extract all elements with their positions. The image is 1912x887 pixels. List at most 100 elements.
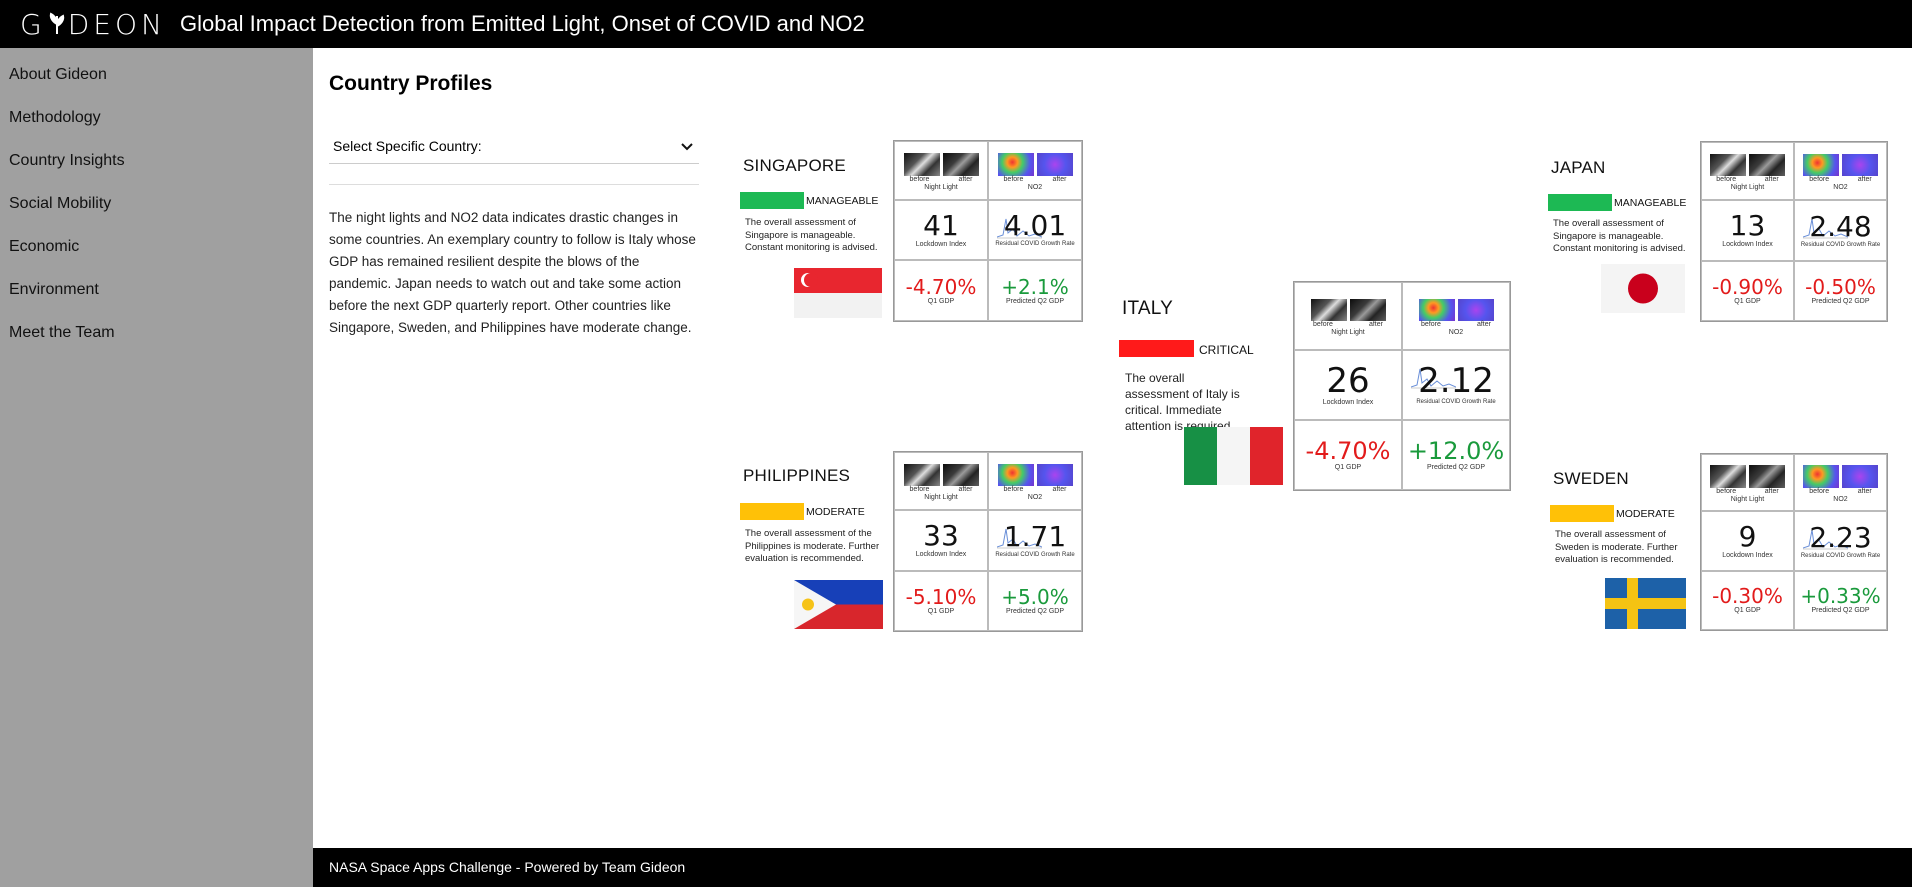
- flag-sweden: [1605, 578, 1686, 629]
- q2-gdp-cell: +0.33% Predicted Q2 GDP: [1794, 570, 1887, 630]
- gideon-logo[interactable]: G DEON: [20, 8, 166, 41]
- lockdown-index-label: Lockdown Index: [915, 240, 967, 248]
- sidebar-item-environment[interactable]: Environment: [0, 268, 313, 311]
- before-label: before: [1003, 175, 1024, 183]
- predicted-q2-gdp-label: Predicted Q2 GDP: [1811, 297, 1870, 305]
- country-name: SINGAPORE: [743, 156, 846, 175]
- sidebar-item-about[interactable]: About Gideon: [0, 53, 313, 96]
- residual-cell: 2.48 Residual COVID Growth Rate: [1794, 200, 1887, 261]
- q1-gdp-value: -0.30%: [1712, 584, 1783, 609]
- divider: [329, 184, 699, 185]
- q1-gdp-label: Q1 GDP: [927, 297, 955, 305]
- residual-cell: 2.23 Residual COVID Growth Rate: [1794, 511, 1887, 571]
- main-content: Country Profiles Select Specific Country…: [313, 48, 1912, 848]
- no2-before-image: [1803, 465, 1839, 488]
- night-light-cell: before after Night Light: [1701, 142, 1794, 201]
- before-label: before: [1003, 486, 1024, 494]
- night-light-thumbs: [903, 463, 979, 487]
- no2-thumbs: [1803, 153, 1878, 177]
- before-label: before: [1809, 176, 1830, 184]
- q2-gdp-cell: +12.0% Predicted Q2 GDP: [1402, 419, 1510, 490]
- after-label: after: [958, 486, 973, 494]
- after-label: after: [1052, 175, 1067, 183]
- status-label: MANAGEABLE: [1614, 197, 1687, 209]
- no2-cell: before after NO2: [988, 452, 1082, 511]
- residual-growth-value: 2.48: [1809, 209, 1872, 243]
- chevron-down-icon: [681, 142, 693, 150]
- metrics-grid: before after Night Light before after NO2 9 Loc…: [1700, 453, 1888, 631]
- sidebar-item-country-insights[interactable]: Country Insights: [0, 139, 313, 182]
- lockdown-cell: 26 Lockdown Index: [1294, 349, 1402, 420]
- status-label: MODERATE: [1616, 508, 1675, 520]
- country-select-value: Select Specific Country:: [333, 137, 482, 154]
- night-light-label: Night Light: [924, 494, 958, 502]
- country-select[interactable]: Select Specific Country:: [329, 128, 699, 164]
- before-label: before: [1716, 487, 1737, 495]
- sidebar-item-social-mobility[interactable]: Social Mobility: [0, 182, 313, 225]
- no2-cell: before after NO2: [1794, 454, 1887, 512]
- after-label: after: [1857, 487, 1872, 495]
- lockdown-index-value: 13: [1729, 209, 1766, 243]
- status-label: MANAGEABLE: [806, 195, 879, 207]
- thumb-labels: before after: [895, 486, 987, 493]
- sidebar-item-economic[interactable]: Economic: [0, 225, 313, 268]
- night-light-cell: before after Night Light: [1701, 454, 1794, 512]
- after-label: after: [1368, 321, 1383, 329]
- q1-gdp-label: Q1 GDP: [1734, 297, 1761, 305]
- after-label: after: [958, 175, 973, 183]
- q2-gdp-cell: +5.0% Predicted Q2 GDP: [988, 570, 1082, 631]
- after-label: after: [1052, 486, 1067, 494]
- q1-gdp-label: Q1 GDP: [927, 607, 955, 615]
- lockdown-index-label: Lockdown Index: [1322, 398, 1374, 406]
- metrics-grid: before after Night Light before after NO2 26 Lo…: [1293, 281, 1511, 491]
- no2-label: NO2: [1833, 184, 1848, 192]
- no2-cell: before after NO2: [1794, 142, 1887, 201]
- after-label: after: [1857, 176, 1872, 184]
- intro-text: The night lights and NO2 data indicates …: [329, 210, 696, 335]
- night-light-after-image: [1349, 298, 1386, 322]
- q1-gdp-cell: -0.90% Q1 GDP: [1701, 260, 1794, 321]
- status-label: CRITICAL: [1199, 343, 1254, 357]
- lockdown-cell: 9 Lockdown Index: [1701, 511, 1794, 571]
- flag-philippines: [794, 580, 883, 629]
- no2-thumbs: [1418, 298, 1494, 322]
- q1-gdp-label: Q1 GDP: [1734, 607, 1761, 615]
- no2-after-image: [1842, 153, 1878, 177]
- night-light-thumbs: [903, 153, 979, 176]
- before-label: before: [909, 175, 930, 183]
- country-assessment: The overall assessment of Singapore is m…: [1553, 218, 1686, 254]
- before-label: before: [1809, 487, 1830, 495]
- q1-gdp-cell: -4.70% Q1 GDP: [1294, 419, 1402, 490]
- sidebar-item-methodology[interactable]: Methodology: [0, 96, 313, 139]
- night-light-after-image: [1749, 153, 1785, 177]
- predicted-q2-gdp-label: Predicted Q2 GDP: [1811, 607, 1870, 615]
- no2-cell: before after NO2: [988, 141, 1082, 200]
- night-light-label: Night Light: [924, 183, 958, 191]
- app-title: Global Impact Detection from Emitted Lig…: [179, 11, 865, 36]
- no2-label: NO2: [1833, 495, 1848, 503]
- country-name: PHILIPPINES: [743, 466, 851, 485]
- q1-gdp-cell: -5.10% Q1 GDP: [894, 570, 988, 631]
- q1-gdp-label: Q1 GDP: [1334, 463, 1362, 471]
- predicted-q2-gdp-label: Predicted Q2 GDP: [1427, 463, 1485, 471]
- predicted-q2-gdp-value: +12.0%: [1407, 436, 1505, 465]
- q1-gdp-value: -4.70%: [905, 274, 977, 299]
- country-name: SWEDEN: [1553, 469, 1629, 488]
- residual-growth-value: 1.71: [1003, 519, 1067, 553]
- lockdown-index-label: Lockdown Index: [1722, 552, 1773, 559]
- night-light-label: Night Light: [1730, 495, 1765, 503]
- thumb-labels: before after: [895, 176, 987, 183]
- predicted-q2-gdp-label: Predicted Q2 GDP: [1006, 607, 1064, 615]
- no2-after-image: [1036, 463, 1073, 487]
- sidebar-item-meet-the-team[interactable]: Meet the Team: [0, 311, 313, 354]
- predicted-q2-gdp-value: +0.33%: [1800, 584, 1881, 609]
- no2-thumbs: [997, 463, 1073, 487]
- leaf-icon: [49, 12, 64, 35]
- status-swatch: [740, 503, 804, 520]
- night-light-cell: before after Night Light: [894, 141, 988, 200]
- after-label: after: [1764, 176, 1779, 184]
- thumb-labels: before after: [1702, 488, 1793, 495]
- metrics-grid: before after Night Light before after NO2 33 Lo…: [893, 451, 1083, 632]
- thumb-labels: before after: [989, 486, 1081, 493]
- before-label: before: [1313, 321, 1333, 329]
